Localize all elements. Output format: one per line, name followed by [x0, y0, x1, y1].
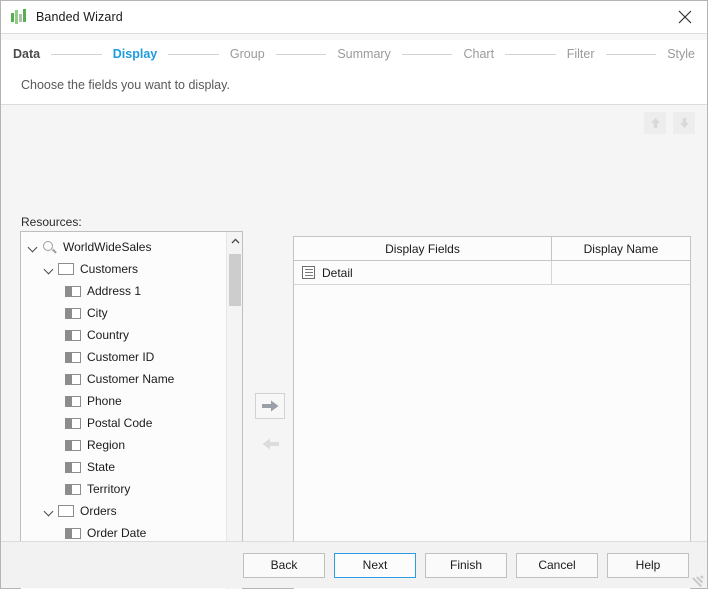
display-name-cell[interactable] — [552, 261, 690, 284]
wizard-step-nav: Data Display Group Summary Chart Filter … — [1, 40, 707, 68]
dialog-body: Resources: WorldWideSales Customer — [1, 105, 707, 541]
table-row[interactable]: Detail — [294, 261, 690, 285]
remove-field-button[interactable] — [255, 431, 285, 457]
tree-node-customers[interactable]: Customers — [21, 258, 227, 280]
tree-node-customer-name[interactable]: Customer Name — [21, 368, 227, 390]
banded-wizard-dialog: Banded Wizard Data Display Group Summary… — [0, 0, 708, 589]
tree-node-label: Customers — [80, 262, 138, 276]
chevron-down-icon[interactable] — [27, 241, 40, 254]
column-header-display-fields[interactable]: Display Fields — [294, 237, 552, 260]
tree-node-region[interactable]: Region — [21, 434, 227, 456]
tree-node-label: Orders — [80, 504, 117, 518]
tree-node-territory[interactable]: Territory — [21, 478, 227, 500]
tree-node-orders[interactable]: Orders — [21, 500, 227, 522]
cancel-button[interactable]: Cancel — [516, 553, 598, 578]
tree-node-phone[interactable]: Phone — [21, 390, 227, 412]
step-group[interactable]: Group — [230, 47, 265, 61]
field-icon — [65, 286, 81, 297]
close-icon[interactable] — [662, 1, 707, 33]
resources-tree-panel: WorldWideSales Customers Address 1 City — [20, 231, 243, 589]
field-icon — [65, 330, 81, 341]
step-connector — [606, 54, 657, 55]
step-connector — [505, 54, 556, 55]
field-icon — [65, 396, 81, 407]
finish-button[interactable]: Finish — [425, 553, 507, 578]
tree-node-postal-code[interactable]: Postal Code — [21, 412, 227, 434]
display-field-label: Detail — [322, 266, 353, 280]
tree-node-city[interactable]: City — [21, 302, 227, 324]
tree-node-label: City — [87, 306, 108, 320]
chevron-down-icon[interactable] — [43, 263, 56, 276]
column-header-display-name[interactable]: Display Name — [552, 237, 690, 260]
tree-node-address-1[interactable]: Address 1 — [21, 280, 227, 302]
step-style[interactable]: Style — [667, 47, 695, 61]
tree-node-state[interactable]: State — [21, 456, 227, 478]
field-icon — [65, 374, 81, 385]
tree-node-label: State — [87, 460, 115, 474]
step-filter[interactable]: Filter — [567, 47, 595, 61]
step-connector — [51, 54, 102, 55]
resize-grip[interactable] — [692, 573, 705, 586]
bar-chart-icon — [10, 8, 28, 26]
window-title: Banded Wizard — [36, 10, 123, 24]
step-connector — [276, 54, 327, 55]
tree-node-label: Customer Name — [87, 372, 174, 386]
resources-tree-scroll: WorldWideSales Customers Address 1 City — [21, 232, 227, 589]
back-button[interactable]: Back — [243, 553, 325, 578]
tree-node-label: Phone — [87, 394, 122, 408]
tree-node-worldwidesales[interactable]: WorldWideSales — [21, 236, 227, 258]
display-fields-panel: Display Fields Display Name Detail — [293, 236, 691, 589]
tree-node-label: WorldWideSales — [63, 240, 151, 254]
dialog-footer: Back Next Finish Cancel Help — [1, 541, 707, 588]
help-button[interactable]: Help — [607, 553, 689, 578]
tree-node-label: Customer ID — [87, 350, 154, 364]
resources-label: Resources: — [21, 215, 82, 229]
title-bar: Banded Wizard — [1, 1, 707, 34]
tree-node-label: Country — [87, 328, 129, 342]
chevron-down-icon[interactable] — [43, 505, 56, 518]
query-icon — [42, 240, 57, 255]
tree-node-label: Territory — [87, 482, 130, 496]
field-icon — [65, 440, 81, 451]
detail-grid-icon — [302, 266, 315, 279]
tree-node-label: Region — [87, 438, 125, 452]
folder-icon — [58, 505, 74, 517]
tree-node-label: Postal Code — [87, 416, 152, 430]
tree-node-label: Order Date — [87, 526, 146, 540]
display-fields-header: Display Fields Display Name — [294, 237, 690, 261]
field-icon — [65, 462, 81, 473]
tree-vscroll-thumb[interactable] — [229, 254, 241, 306]
transfer-buttons — [255, 393, 285, 457]
folder-icon — [58, 263, 74, 275]
field-icon — [65, 352, 81, 363]
tree-node-customer-id[interactable]: Customer ID — [21, 346, 227, 368]
move-down-button[interactable] — [673, 112, 695, 134]
resources-tree: WorldWideSales Customers Address 1 City — [21, 232, 227, 589]
scroll-up-icon[interactable] — [227, 232, 243, 249]
step-summary[interactable]: Summary — [337, 47, 390, 61]
field-icon — [65, 484, 81, 495]
add-field-button[interactable] — [255, 393, 285, 419]
tree-node-country[interactable]: Country — [21, 324, 227, 346]
tree-vertical-scrollbar[interactable] — [226, 232, 242, 589]
display-field-cell[interactable]: Detail — [294, 261, 552, 284]
step-display[interactable]: Display — [113, 47, 157, 61]
move-up-button[interactable] — [644, 112, 666, 134]
step-instruction: Choose the fields you want to display. — [1, 68, 707, 105]
step-data[interactable]: Data — [13, 47, 40, 61]
next-button[interactable]: Next — [334, 553, 416, 578]
field-icon — [65, 528, 81, 539]
step-connector — [168, 54, 219, 55]
tree-node-label: Address 1 — [87, 284, 141, 298]
reorder-buttons — [644, 112, 695, 134]
field-icon — [65, 308, 81, 319]
step-connector — [402, 54, 453, 55]
field-icon — [65, 418, 81, 429]
step-chart[interactable]: Chart — [463, 47, 494, 61]
